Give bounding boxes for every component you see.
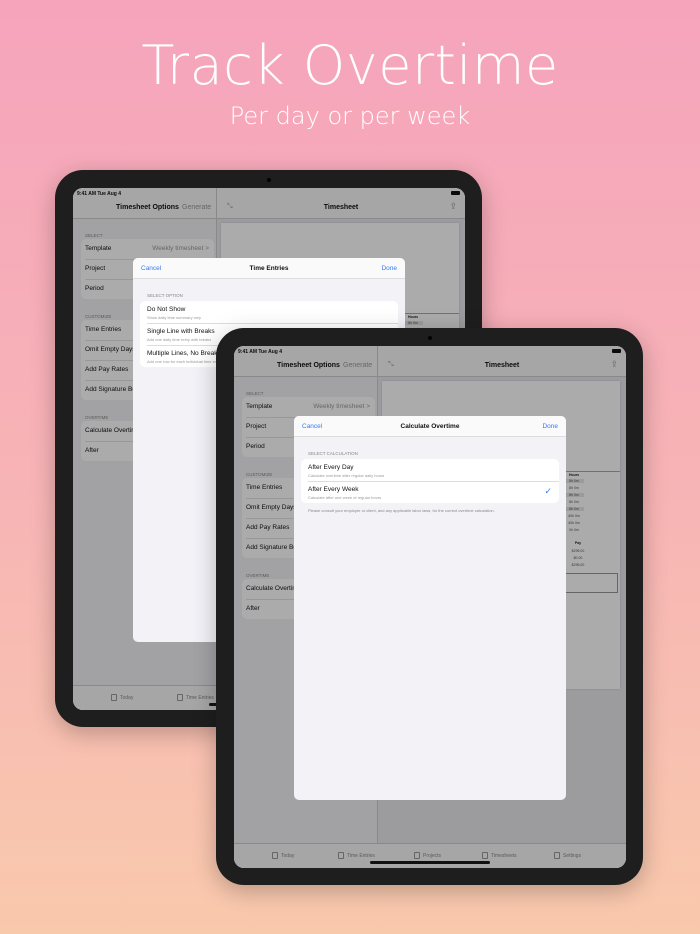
option-title: Multiple Lines, No Breaks [147, 350, 221, 357]
option-title: Do Not Show [147, 306, 186, 313]
option-subtitle: Add one row for each individual time ent… [147, 359, 222, 364]
camera [267, 178, 271, 182]
home-indicator [370, 861, 490, 864]
option-subtitle: Add one daily time entry with breaks [147, 337, 212, 342]
option-subtitle: Calculate after one week of regular hour… [308, 495, 382, 500]
checkmark-icon: ✓ [544, 486, 552, 496]
option-subtitle: Show daily time summary only [147, 315, 202, 320]
option-title: After Every Day [308, 464, 354, 471]
camera [428, 336, 432, 340]
done-button[interactable]: Done [542, 423, 558, 430]
option-subtitle: Calculate overtime after regular daily h… [308, 473, 385, 478]
screen: 9:41 AM Tue Aug 4 Timesheet Options Genera… [234, 346, 626, 868]
modal-title: Time Entries [249, 265, 289, 272]
hero-subtitle: Per day or per week [229, 102, 471, 130]
done-button[interactable]: Done [381, 265, 397, 272]
ipad-front: 9:41 AM Tue Aug 4 Timesheet Options Genera… [216, 328, 643, 885]
modal-section-label: SELECT OPTION [147, 293, 183, 298]
hero-title: Track Overtime [141, 34, 559, 97]
disclaimer-note: Please consult your employer or client, … [308, 508, 495, 513]
option-title: After Every Week [308, 486, 359, 493]
option-title: Single Line with Breaks [147, 328, 215, 335]
modal-sheet: Cancel Calculate Overtime Done SELECT CALCU… [294, 416, 566, 800]
modal-title: Calculate Overtime [400, 423, 460, 430]
modal-section-label: SELECT CALCULATION [308, 451, 358, 456]
